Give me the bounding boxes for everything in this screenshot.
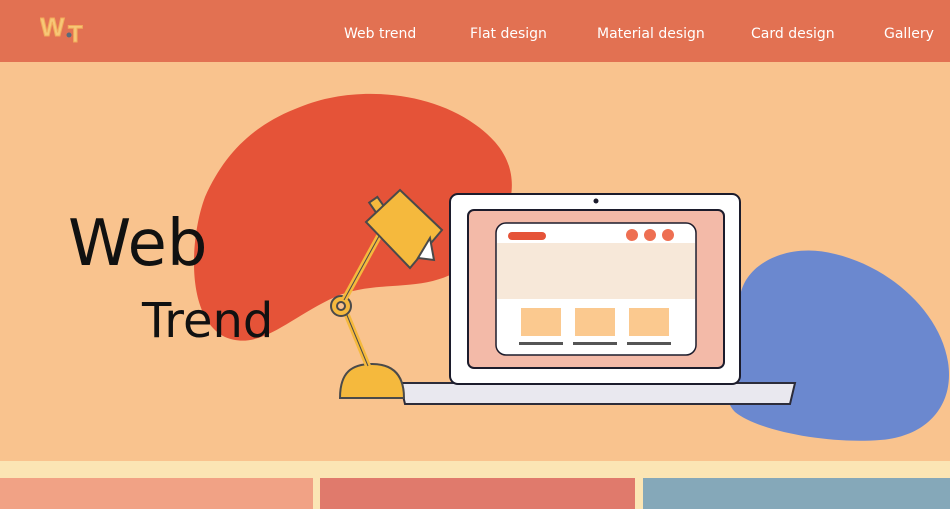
card-preview-2[interactable] (320, 478, 635, 509)
main-nav: Web trend Flat design Material design Ca… (0, 0, 950, 62)
card-preview-3[interactable] (643, 478, 950, 509)
nav-item-card-design[interactable]: Card design (751, 26, 835, 42)
hero-title-web: Web (68, 207, 208, 281)
laptop-icon (449, 193, 741, 385)
nav-item-flat-design[interactable]: Flat design (470, 26, 547, 42)
nav-item-gallery[interactable]: Gallery (884, 26, 934, 42)
section-divider (0, 461, 950, 478)
hero-banner: Web Trend (0, 62, 950, 461)
hero-title-trend: Trend (141, 293, 273, 349)
browser-window-icon (495, 222, 697, 356)
blue-blob (726, 250, 950, 441)
card-preview-1[interactable] (0, 478, 313, 509)
nav-item-web-trend[interactable]: Web trend (344, 26, 416, 42)
nav-item-material-design[interactable]: Material design (597, 26, 705, 42)
laptop-base (398, 382, 797, 405)
hero-illustration: Web Trend (68, 93, 950, 441)
header-bar: W T Web trend Flat design Material desig… (0, 0, 950, 62)
